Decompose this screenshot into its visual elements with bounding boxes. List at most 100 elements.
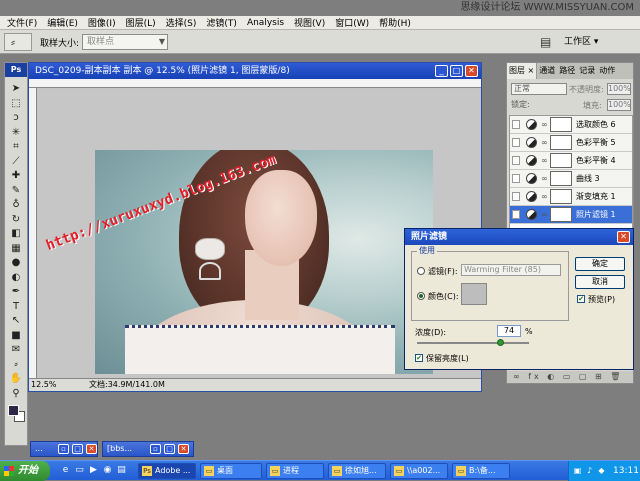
preview-checkbox[interactable]: ✔ (577, 295, 585, 303)
photo-canvas[interactable] (95, 150, 433, 374)
visibility-eye-icon[interactable] (512, 120, 520, 129)
layer-mask-thumbnail[interactable] (550, 153, 572, 168)
blur-icon[interactable]: ● (8, 255, 24, 270)
layer-mask-thumbnail[interactable] (550, 207, 572, 222)
layer-row[interactable]: ∞ 曲线 3 (510, 170, 632, 188)
layers-tab[interactable]: 动作 (597, 63, 617, 79)
layer-mask-thumbnail[interactable] (550, 117, 572, 132)
layer-mask-thumbnail[interactable] (550, 189, 572, 204)
eraser-icon[interactable]: ◧ (8, 226, 24, 241)
eyedropper-icon[interactable]: ⸗ (8, 357, 24, 372)
layer-row[interactable]: ∞ 色彩平衡 4 (510, 152, 632, 170)
menu-item[interactable]: 窗口(W) (330, 16, 374, 29)
link-icon[interactable]: ∞ (541, 174, 548, 183)
marquee-icon[interactable]: ⬚ (8, 96, 24, 111)
link-icon[interactable]: ∞ (541, 210, 548, 219)
taskbar-button[interactable]: ▭ 桌面 (200, 463, 262, 479)
dialog-close-button[interactable]: ✕ (617, 231, 630, 243)
layers-tab[interactable]: 路径 (557, 63, 577, 79)
minimize-button[interactable]: _ (435, 65, 448, 77)
visibility-eye-icon[interactable] (512, 138, 520, 147)
minimized-close-button[interactable]: ✕ (178, 444, 189, 454)
pen-icon[interactable]: ✒ (8, 284, 24, 299)
layer-row[interactable]: ∞ 照片滤镜 1 (510, 206, 632, 224)
menu-item[interactable]: 图像(I) (83, 16, 121, 29)
gradient-icon[interactable]: ▦ (8, 241, 24, 256)
layer-mask-thumbnail[interactable] (550, 135, 572, 150)
layer-mask-thumbnail[interactable] (550, 171, 572, 186)
link-icon[interactable]: ∞ (541, 192, 548, 201)
layers-tab[interactable]: 通道 (537, 63, 557, 79)
layers-tab[interactable]: 记录 (577, 63, 597, 79)
minimized-restore-button[interactable]: ▫ (58, 444, 69, 454)
dialog-title[interactable]: 照片滤镜 (405, 229, 633, 245)
opacity-input[interactable]: 100% (607, 83, 631, 95)
layer-row[interactable]: ∞ 色彩平衡 5 (510, 134, 632, 152)
magic-wand-icon[interactable]: ✳ (8, 125, 24, 140)
minimized-restore-button[interactable]: ▫ (150, 444, 161, 454)
menu-item[interactable]: 帮助(H) (374, 16, 416, 29)
taskbar-button[interactable]: Ps Adobe ... (138, 463, 196, 479)
crop-icon[interactable]: ⌗ (8, 139, 24, 154)
minimized-close-button[interactable]: ✕ (86, 444, 97, 454)
network-icon[interactable]: ▣ (573, 466, 582, 475)
dodge-icon[interactable]: ◐ (8, 270, 24, 285)
taskbar-button[interactable]: ▭ B:\备... (452, 463, 510, 479)
path-select-icon[interactable]: ↖ (8, 313, 24, 328)
lasso-icon[interactable]: ↄ (8, 110, 24, 125)
minimized-maximize-button[interactable]: □ (72, 444, 83, 454)
move-icon[interactable]: ➤ (8, 81, 24, 96)
slice-icon[interactable]: ⟋ (8, 154, 24, 169)
history-brush-icon[interactable]: ↻ (8, 212, 24, 227)
volume-icon[interactable]: ♪ (585, 466, 594, 475)
visibility-eye-icon[interactable] (512, 156, 520, 165)
blend-mode-select[interactable]: 正常 (511, 83, 567, 95)
hand-icon[interactable]: ✋ (8, 371, 24, 386)
tool-preset-picker[interactable]: ⸗ (4, 33, 32, 51)
document-title-bar[interactable]: DSC_0209-副本副本 副本 @ 12.5% (照片滤镜 1, 图层蒙版/8… (29, 63, 481, 79)
layers-footer-buttons[interactable]: ∞ fx ◐ ▭ ▢ ⊞ 🗑 (507, 371, 633, 383)
zoom-level[interactable]: 12.5% (31, 379, 56, 391)
link-icon[interactable]: ∞ (541, 120, 548, 129)
fill-input[interactable]: 100% (607, 99, 631, 111)
filter-radio[interactable] (417, 267, 425, 275)
density-slider-track[interactable] (417, 342, 529, 344)
explorer-icon[interactable]: ◉ (102, 465, 113, 476)
link-icon[interactable]: ∞ (541, 156, 548, 165)
menu-item[interactable]: 文件(F) (2, 16, 42, 29)
link-icon[interactable]: ∞ (541, 138, 548, 147)
minimized-maximize-button[interactable]: □ (164, 444, 175, 454)
workspace-button[interactable]: 工作区 ▾ (560, 34, 636, 50)
desktop-icon[interactable]: ▭ (74, 465, 85, 476)
visibility-eye-icon[interactable] (512, 174, 520, 183)
type-icon[interactable]: T (8, 299, 24, 314)
preserve-luminosity-checkbox[interactable]: ✔ (415, 354, 423, 362)
filter-select[interactable]: Warming Filter (85) (461, 264, 561, 276)
sample-size-select[interactable]: 取样点 ▼ (82, 34, 168, 50)
taskbar-button[interactable]: ▭ \\a002... (390, 463, 448, 479)
density-input[interactable]: 74 (497, 325, 521, 337)
color-swatch[interactable] (461, 283, 487, 305)
color-radio[interactable] (417, 292, 425, 300)
cancel-button[interactable]: 取消 (575, 275, 625, 289)
start-button[interactable]: 开始 (0, 461, 50, 481)
menu-item[interactable]: 选择(S) (161, 16, 202, 29)
menu-item[interactable]: 滤镜(T) (201, 16, 242, 29)
ok-button[interactable]: 确定 (575, 257, 625, 271)
ie-icon[interactable]: e (60, 465, 71, 476)
layers-tab[interactable]: 图层 × (507, 63, 538, 79)
close-button[interactable]: ✕ (465, 65, 478, 77)
maximize-button[interactable]: □ (450, 65, 463, 77)
visibility-eye-icon[interactable] (512, 210, 520, 219)
density-slider-thumb[interactable] (496, 339, 504, 346)
menu-item[interactable]: Analysis (242, 18, 289, 28)
menu-item[interactable]: 编辑(E) (42, 16, 83, 29)
folder-icon[interactable]: ▤ (116, 465, 127, 476)
taskbar-button[interactable]: ▭ 进程 (266, 463, 324, 479)
notes-icon[interactable]: ✉ (8, 342, 24, 357)
layer-row[interactable]: ∞ 渐变填充 1 (510, 188, 632, 206)
media-icon[interactable]: ▶ (88, 465, 99, 476)
healing-icon[interactable]: ✚ (8, 168, 24, 183)
taskbar-button[interactable]: ▭ 徐如旭... (328, 463, 386, 479)
menu-item[interactable]: 视图(V) (289, 16, 330, 29)
